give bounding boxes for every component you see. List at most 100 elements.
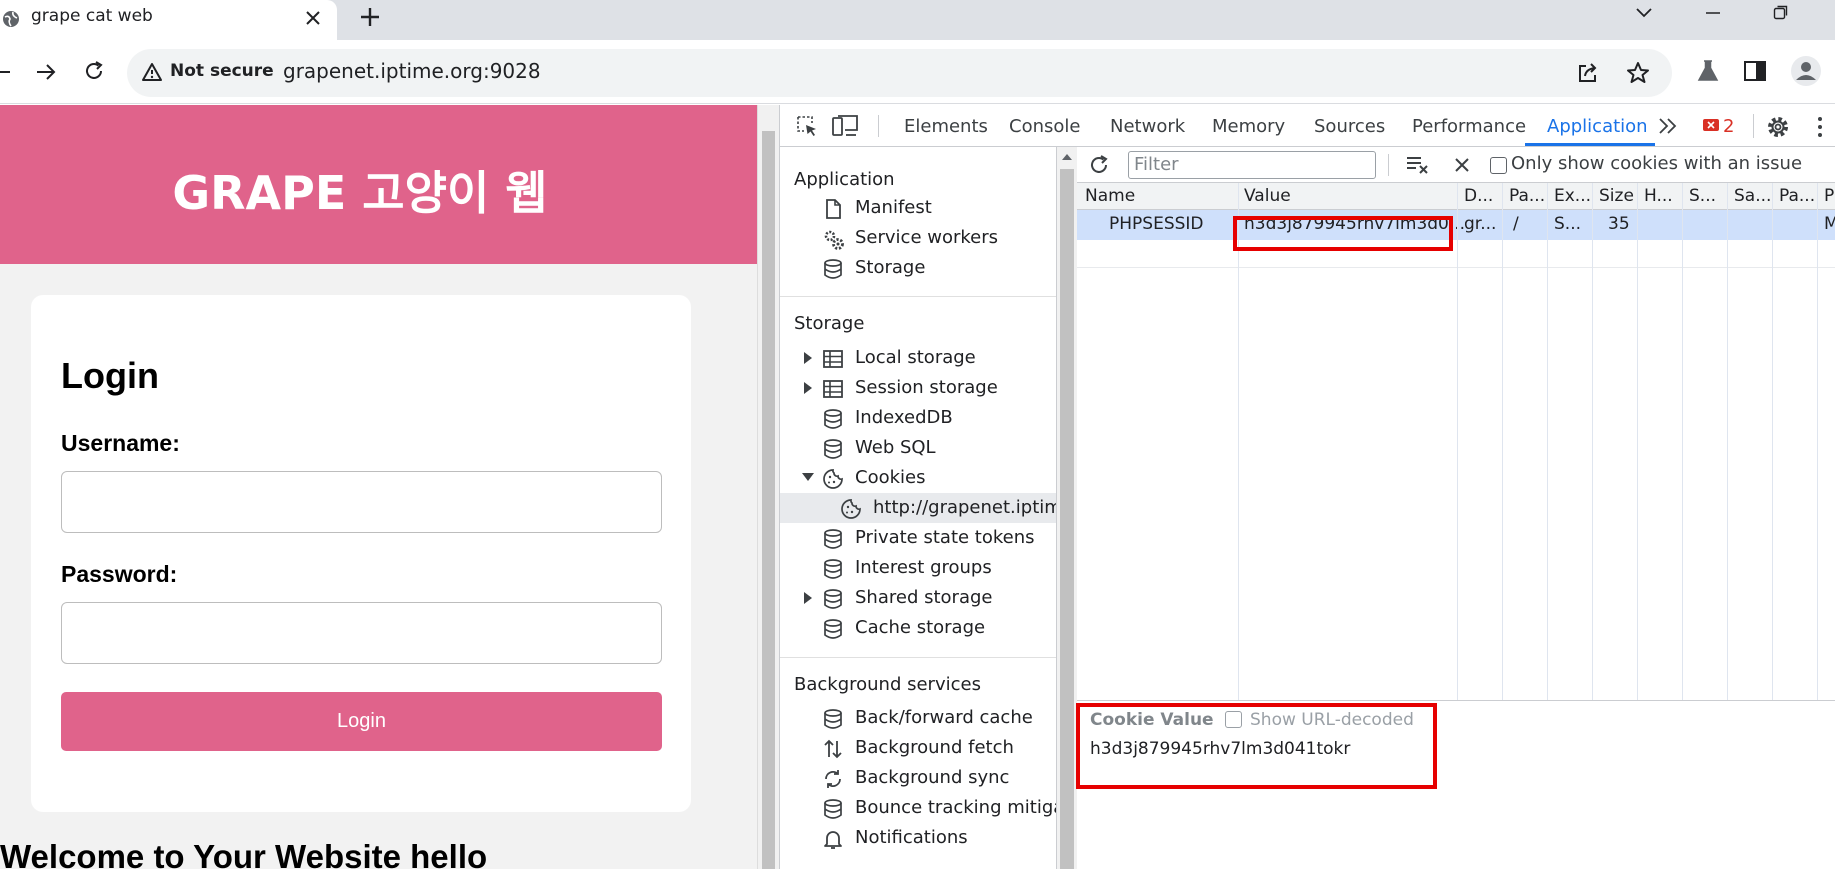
labs-flask-icon[interactable] (1697, 60, 1719, 82)
login-card: Login Username: Password: Login (31, 295, 691, 812)
sidebar-scrollbar-thumb[interactable] (1060, 169, 1074, 869)
sidebar-item-private-state-tokens[interactable]: Private state tokens (780, 523, 1056, 553)
close-tab-icon[interactable] (304, 9, 322, 27)
sidebar-item-notifications[interactable]: Notifications (780, 823, 1056, 853)
new-tab-icon[interactable] (359, 6, 381, 28)
more-options-icon[interactable] (1816, 116, 1824, 138)
sidebar-item-local-storage[interactable]: Local storage (780, 343, 1056, 373)
forward-icon[interactable] (35, 62, 57, 82)
collapse-arrow-icon[interactable] (801, 471, 814, 485)
more-tabs-chevron-icon[interactable] (1658, 117, 1678, 135)
profile-avatar-icon[interactable] (1790, 55, 1822, 87)
column-divider (1238, 183, 1239, 700)
sidebar-item-bounce-tracking[interactable]: Bounce tracking mitigatio (780, 793, 1056, 823)
column-header-priority[interactable]: P (1824, 186, 1834, 206)
tab-application[interactable]: Application (1547, 116, 1648, 137)
sidebar-item-indexeddb[interactable]: IndexedDB (780, 403, 1056, 433)
only-issues-checkbox[interactable] (1490, 157, 1507, 174)
active-tab-indicator (1525, 143, 1655, 146)
warning-icon[interactable] (141, 62, 163, 82)
page-scrollbar-thumb[interactable] (762, 131, 775, 869)
sidebar-item-storage[interactable]: Storage (780, 253, 1056, 283)
tab-sources[interactable]: Sources (1314, 116, 1385, 137)
sidebar-item-background-fetch[interactable]: Background fetch (780, 733, 1056, 763)
device-toolbar-icon[interactable] (832, 115, 858, 137)
tab-search-chevron-icon[interactable] (1635, 6, 1653, 20)
clear-filtered-cookies-icon[interactable] (1406, 155, 1430, 175)
section-divider (780, 657, 1056, 658)
sidebar-item-label: IndexedDB (855, 407, 953, 428)
issues-error-icon[interactable] (1703, 119, 1719, 133)
restore-icon[interactable] (1773, 4, 1789, 20)
filter-placeholder: Filter (1134, 154, 1179, 175)
sidebar-item-cookie-origin[interactable]: http://grapenet.iptime.o (780, 493, 1056, 523)
page-title: GRAPE 고양이 웹 (172, 166, 548, 220)
sidebar-item-label: Background fetch (855, 737, 1014, 758)
issues-count[interactable]: 2 (1723, 116, 1734, 137)
sidebar-item-manifest[interactable]: Manifest (780, 193, 1056, 223)
column-header-size[interactable]: Size (1599, 186, 1634, 206)
database-icon (822, 258, 844, 280)
sidebar-item-service-workers[interactable]: Service workers (780, 223, 1056, 253)
tab-console[interactable]: Console (1009, 116, 1080, 137)
login-button[interactable]: Login (61, 692, 662, 751)
sidebar-item-cookies[interactable]: Cookies (780, 463, 1056, 493)
database-icon (822, 708, 844, 730)
filter-input[interactable]: Filter (1128, 151, 1376, 179)
sidebar-item-session-storage[interactable]: Session storage (780, 373, 1056, 403)
tab-network[interactable]: Network (1110, 116, 1185, 137)
only-issues-label[interactable]: Only show cookies with an issue (1511, 153, 1802, 174)
address-bar[interactable]: Not secure grapenet.iptime.org:9028 (127, 49, 1672, 97)
expand-arrow-icon[interactable] (802, 351, 814, 365)
column-header-samesite[interactable]: Sa... (1734, 186, 1771, 206)
minimize-icon[interactable] (1705, 11, 1721, 15)
refresh-icon[interactable] (1088, 154, 1110, 176)
sidebar-item-cache-storage[interactable]: Cache storage (780, 613, 1056, 643)
column-header-path[interactable]: Pa... (1509, 186, 1545, 206)
page-header: GRAPE 고양이 웹 (0, 105, 757, 264)
expand-arrow-icon[interactable] (802, 381, 814, 395)
browser-toolbar: Not secure grapenet.iptime.org:9028 (0, 40, 1835, 104)
back-icon[interactable] (0, 62, 12, 82)
scroll-up-arrow-icon[interactable] (1061, 153, 1073, 161)
sidebar-item-back-forward-cache[interactable]: Back/forward cache (780, 703, 1056, 733)
table-row[interactable]: PHPSESSID h3d3j879945rhv7lm3d0... gr... … (1077, 210, 1835, 240)
welcome-heading: Welcome to Your Website hello (0, 838, 488, 869)
tab-memory[interactable]: Memory (1212, 116, 1285, 137)
settings-gear-icon[interactable] (1766, 115, 1790, 139)
column-header-httponly[interactable]: H... (1644, 186, 1673, 206)
inspect-element-icon[interactable] (795, 114, 819, 138)
reload-icon[interactable] (83, 60, 105, 82)
table-row[interactable] (1077, 240, 1835, 268)
column-header-value[interactable]: Value (1244, 186, 1291, 206)
expand-arrow-icon[interactable] (802, 591, 814, 605)
username-label: Username: (61, 430, 180, 456)
tab-performance[interactable]: Performance (1412, 116, 1526, 137)
username-input[interactable] (61, 471, 662, 533)
browser-tab[interactable]: grape cat web (0, 0, 337, 40)
sidebar-item-shared-storage[interactable]: Shared storage (780, 583, 1056, 613)
column-header-expires[interactable]: Ex... (1554, 186, 1591, 206)
not-secure-label[interactable]: Not secure (170, 61, 274, 81)
sidebar-scrollbar[interactable] (1057, 147, 1077, 869)
star-icon[interactable] (1626, 61, 1650, 85)
column-header-secure[interactable]: S... (1689, 186, 1716, 206)
cookies-table: Name Value D... Pa... Ex... Size H... S.… (1077, 183, 1835, 700)
sidebar-item-background-sync[interactable]: Background sync (780, 763, 1056, 793)
page-scrollbar[interactable] (757, 105, 779, 869)
url-text[interactable]: grapenet.iptime.org:9028 (283, 59, 541, 83)
delete-cookie-icon[interactable] (1454, 157, 1470, 173)
sidebar-item-label: Local storage (855, 347, 976, 368)
share-icon[interactable] (1577, 62, 1599, 84)
password-input[interactable] (61, 602, 662, 664)
tab-elements[interactable]: Elements (904, 116, 988, 137)
column-header-partition[interactable]: Pa... (1779, 186, 1815, 206)
column-divider (1637, 183, 1638, 700)
sidebar-item-interest-groups[interactable]: Interest groups (780, 553, 1056, 583)
column-header-name[interactable]: Name (1085, 186, 1135, 206)
sidebar-item-web-sql[interactable]: Web SQL (780, 433, 1056, 463)
side-panel-icon[interactable] (1744, 61, 1766, 81)
toolbar-separator (1388, 154, 1389, 176)
application-sidebar: Application Manifest Service workers Sto… (780, 147, 1057, 869)
column-header-domain[interactable]: D... (1464, 186, 1493, 206)
